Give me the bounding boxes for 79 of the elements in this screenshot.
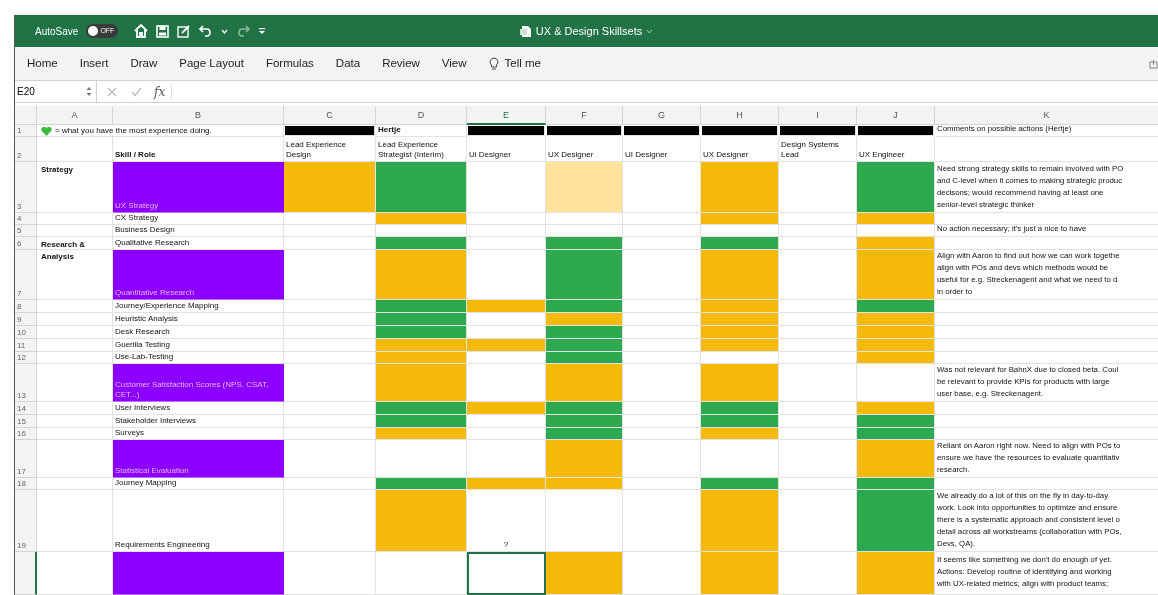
column-header[interactable]: B <box>113 106 284 125</box>
window-title: UX & Design Skillsets <box>535 23 643 39</box>
row-header[interactable] <box>15 552 37 595</box>
document-icon <box>519 24 532 38</box>
row-header[interactable]: 13 <box>15 364 37 402</box>
skill-cell: CX Strategy <box>113 213 284 225</box>
ribbon-tab[interactable]: Page Layout <box>179 54 244 73</box>
table-cell: Hertje <box>376 125 467 137</box>
column-header[interactable]: D <box>376 106 467 125</box>
autosave-label: AutoSave <box>35 24 79 39</box>
table-cell: Design Systems Lead <box>779 137 857 162</box>
column-header[interactable]: F <box>546 106 623 125</box>
row-header[interactable]: 1 <box>15 125 37 137</box>
redo-icon[interactable] <box>236 25 251 37</box>
skill-cell: Statistical Evaluation <box>113 440 284 478</box>
table-cell: Ui Designer <box>467 137 546 162</box>
skill-cell: Quantitative Research <box>113 250 284 300</box>
row-header[interactable]: 3 <box>15 162 37 213</box>
group-label: Research & Analysis <box>41 239 87 263</box>
column-header[interactable]: J <box>857 106 935 125</box>
table-cell: UI Designer <box>623 137 701 162</box>
row-header[interactable]: 12 <box>15 352 37 364</box>
column-header[interactable]: G <box>623 106 701 125</box>
save-icon[interactable] <box>156 24 170 38</box>
heart-icon <box>41 127 52 136</box>
row-header[interactable]: 11 <box>15 339 37 352</box>
ribbon-tab[interactable]: Review <box>382 54 420 73</box>
lightbulb-icon <box>488 57 499 70</box>
legend-text: = what you have the most experience doing. <box>55 126 212 136</box>
undo-icon[interactable] <box>199 25 214 37</box>
selected-cell[interactable] <box>467 552 546 595</box>
skill-cell: Guerilla Testing <box>113 339 284 352</box>
home-icon[interactable] <box>134 24 149 38</box>
column-header[interactable]: H <box>701 106 779 125</box>
row-header[interactable]: 18 <box>15 478 37 490</box>
ribbon-tab[interactable]: Home <box>27 54 58 73</box>
skill-cell: Journey/Experience Mapping <box>113 300 284 313</box>
share-icon[interactable] <box>1149 59 1158 69</box>
row-header[interactable]: 15 <box>15 415 37 428</box>
row-header[interactable]: 6 <box>15 237 37 250</box>
row-header[interactable]: 19 <box>15 490 37 552</box>
skill-cell: Business Design <box>113 225 284 237</box>
edit-icon[interactable] <box>177 24 192 38</box>
column-header[interactable]: C <box>284 106 376 125</box>
row-header[interactable]: 17 <box>15 440 37 478</box>
ribbon-tab[interactable]: Insert <box>79 54 109 73</box>
skill-cell: Desk Research <box>113 326 284 339</box>
ribbon-tab[interactable]: Formulas <box>265 54 314 73</box>
skill-cell: Heuristic Analysis <box>113 313 284 326</box>
group-label: Strategy <box>41 164 74 176</box>
skill-cell: Customer Satisfaction Scores (NPS, CSAT, CET...) <box>113 364 284 402</box>
insert-function-button[interactable]: fx <box>154 82 166 101</box>
row-header[interactable]: 8 <box>15 300 37 313</box>
skill-cell: Journey Mapping <box>113 478 284 490</box>
ribbon-tab[interactable]: Draw <box>130 54 158 73</box>
spinner-icon[interactable] <box>86 86 92 97</box>
name-box[interactable]: E20 <box>15 81 97 102</box>
row-header[interactable]: 2 <box>15 137 37 162</box>
skill-cell: Stakeholder Interviews <box>113 415 284 428</box>
caret-icon <box>646 28 654 34</box>
column-header[interactable]: E <box>467 106 546 125</box>
ribbon-tab[interactable]: View <box>441 54 467 73</box>
skill-cell: User Interviews <box>113 402 284 415</box>
ribbon-tab[interactable]: Data <box>335 54 361 73</box>
row-header[interactable]: 9 <box>15 313 37 326</box>
row-header[interactable]: 7 <box>15 250 37 300</box>
row-header[interactable]: 16 <box>15 428 37 440</box>
row-header[interactable]: 10 <box>15 326 37 339</box>
row-header[interactable]: 14 <box>15 402 37 415</box>
table-cell: ? <box>467 490 546 552</box>
skill-cell: UX Strategy <box>113 162 284 213</box>
tell-me-search[interactable]: Tell me <box>488 54 541 73</box>
row-header[interactable]: 4 <box>15 213 37 225</box>
customize-caret-icon[interactable] <box>258 27 267 35</box>
column-header[interactable]: I <box>779 106 857 125</box>
column-header[interactable]: K <box>935 106 1158 125</box>
column-header[interactable]: A <box>37 106 113 125</box>
row-header[interactable]: 5 <box>15 225 37 237</box>
caret-icon[interactable] <box>221 28 229 34</box>
